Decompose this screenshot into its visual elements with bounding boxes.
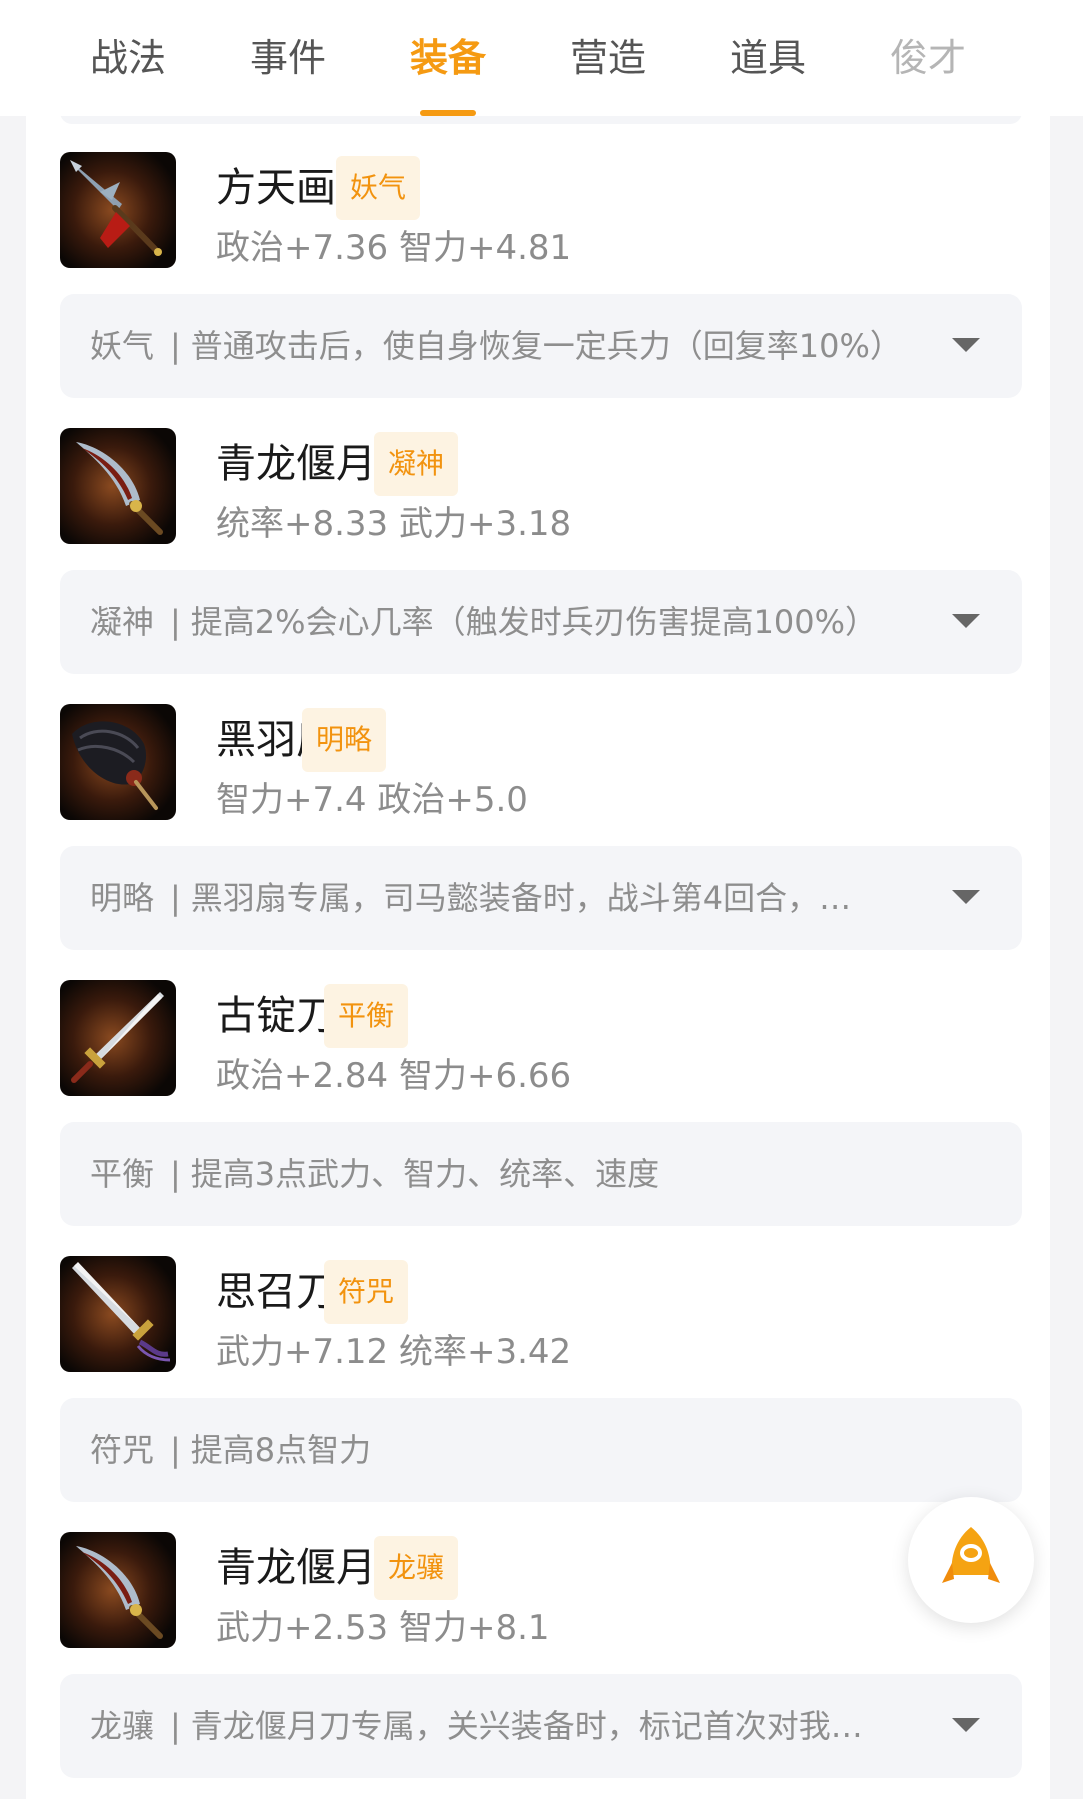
equipment-stats: 武力+7.12 统率+3.42 [216,1332,572,1372]
tab-tactics[interactable]: 战法 [90,30,166,86]
separator: | [170,603,181,641]
trait-description: 符咒 | 提高8点智力 [90,1398,371,1502]
equipment-trait-badge: 凝神 [374,432,459,496]
trait-description-panel[interactable]: 明略 | 黑羽扇专属，司马懿装备时，战斗第4回合，… [60,846,1022,950]
trait-description-text: 黑羽扇专属，司马懿装备时，战斗第4回合，… [190,879,852,917]
back-to-top-button[interactable] [908,1497,1034,1623]
separator: | [170,1431,181,1469]
trait-description: 妖气 | 普通攻击后，使自身恢复一定兵力（回复率10%） [90,294,902,398]
trait-description-text: 青龙偃月刀专属，关兴装备时，标记首次对我… [190,1707,863,1745]
halberd-icon [60,152,176,268]
trait-description-text: 提高3点武力、智力、统率、速度 [190,1155,660,1193]
trait-description-label: 龙骧 [90,1707,155,1745]
separator: | [170,327,181,365]
feather-fan-icon [60,704,176,820]
separator: | [170,1155,181,1193]
equipment-name: 古锭刀 [216,993,336,1039]
chevron-down-icon[interactable] [952,890,980,904]
tab-overflow-fade [1013,0,1083,116]
active-tab-indicator [420,110,476,116]
trait-description-label: 妖气 [90,327,155,365]
separator: | [170,879,181,917]
trait-description: 平衡 | 提高3点武力、智力、统率、速度 [90,1122,659,1226]
equipment-item[interactable]: 思召刀 符咒 武力+7.12 统率+3.42 符咒 | 提高8点智力 [26,1220,1050,1502]
equipment-stats: 政治+7.36 智力+4.81 [216,228,572,268]
trait-description-text: 提高2%会心几率（触发时兵刃伤害提高100%） [190,603,878,641]
trait-description-panel[interactable]: 凝神 | 提高2%会心几率（触发时兵刃伤害提高100%） [60,570,1022,674]
sword-icon [60,980,176,1096]
rocket-icon [942,1527,1000,1583]
trait-description-label: 凝神 [90,603,155,641]
equipment-item[interactable]: 青龙偃月刀 龙骧 武力+2.53 智力+8.1 龙骧 | 青龙偃月刀专属，关兴装备时… [26,1496,1050,1778]
sword-icon [60,1256,176,1372]
equipment-stats: 政治+2.84 智力+6.66 [216,1056,572,1096]
glaive-icon [60,428,176,544]
trait-description-panel: 平衡 | 提高3点武力、智力、统率、速度 [60,1122,1022,1226]
tab-props[interactable]: 道具 [730,30,806,86]
trait-description: 明略 | 黑羽扇专属，司马懿装备时，战斗第4回合，… [90,846,851,950]
trait-description-text: 普通攻击后，使自身恢复一定兵力（回复率10%） [190,327,902,365]
trait-description-panel: 符咒 | 提高8点智力 [60,1398,1022,1502]
tab-talents[interactable]: 俊才 [890,30,966,86]
trait-description-panel[interactable]: 龙骧 | 青龙偃月刀专属，关兴装备时，标记首次对我… [60,1674,1022,1778]
equipment-trait-badge: 平衡 [324,984,409,1048]
equipment-trait-badge: 龙骧 [374,1536,459,1600]
equipment-trait-badge: 明略 [302,708,387,772]
equipment-stats: 武力+2.53 智力+8.1 [216,1608,550,1648]
equipment-trait-badge: 符咒 [324,1260,409,1324]
trait-description-label: 明略 [90,879,155,917]
equipment-stats: 智力+7.4 政治+5.0 [216,780,528,820]
equipment-item[interactable]: 古锭刀 平衡 政治+2.84 智力+6.66 平衡 | 提高3点武力、智力、统率、速… [26,944,1050,1226]
equipment-stats: 统率+8.33 武力+3.18 [216,504,572,544]
equipment-name: 思召刀 [216,1269,336,1315]
tab-bar: 战法 事件 装备 营造 道具 俊才 [0,0,1083,116]
equipment-card: 方天画戟 妖气 政治+7.36 智力+4.81 妖气 | 普通攻击后，使自身恢复一定… [26,116,1050,1799]
equipment-item[interactable]: 黑羽扇 明略 智力+7.4 政治+5.0 明略 | 黑羽扇专属，司马懿装备时，战斗第… [26,668,1050,950]
equipment-item[interactable]: 青龙偃月刀 凝神 统率+8.33 武力+3.18 凝神 | 提高2%会心几率（触发时… [26,392,1050,674]
chevron-down-icon[interactable] [952,338,980,352]
trait-description: 龙骧 | 青龙偃月刀专属，关兴装备时，标记首次对我… [90,1674,863,1778]
trait-description-text: 提高8点智力 [190,1431,372,1469]
chevron-down-icon[interactable] [952,1718,980,1732]
equipment-trait-badge: 妖气 [336,156,421,220]
equipment-list: 方天画戟 妖气 政治+7.36 智力+4.81 妖气 | 普通攻击后，使自身恢复一定… [26,116,1050,1778]
separator: | [170,1707,181,1745]
tab-construction[interactable]: 营造 [570,30,646,86]
trait-description-label: 平衡 [90,1155,155,1193]
tab-events[interactable]: 事件 [250,30,326,86]
trait-description-label: 符咒 [90,1431,155,1469]
equipment-item[interactable]: 方天画戟 妖气 政治+7.36 智力+4.81 妖气 | 普通攻击后，使自身恢复一定… [26,116,1050,398]
glaive-icon [60,1532,176,1648]
trait-description-panel[interactable]: 妖气 | 普通攻击后，使自身恢复一定兵力（回复率10%） [60,294,1022,398]
chevron-down-icon[interactable] [952,614,980,628]
trait-description: 凝神 | 提高2%会心几率（触发时兵刃伤害提高100%） [90,570,877,674]
tab-equipment[interactable]: 装备 [410,30,486,86]
